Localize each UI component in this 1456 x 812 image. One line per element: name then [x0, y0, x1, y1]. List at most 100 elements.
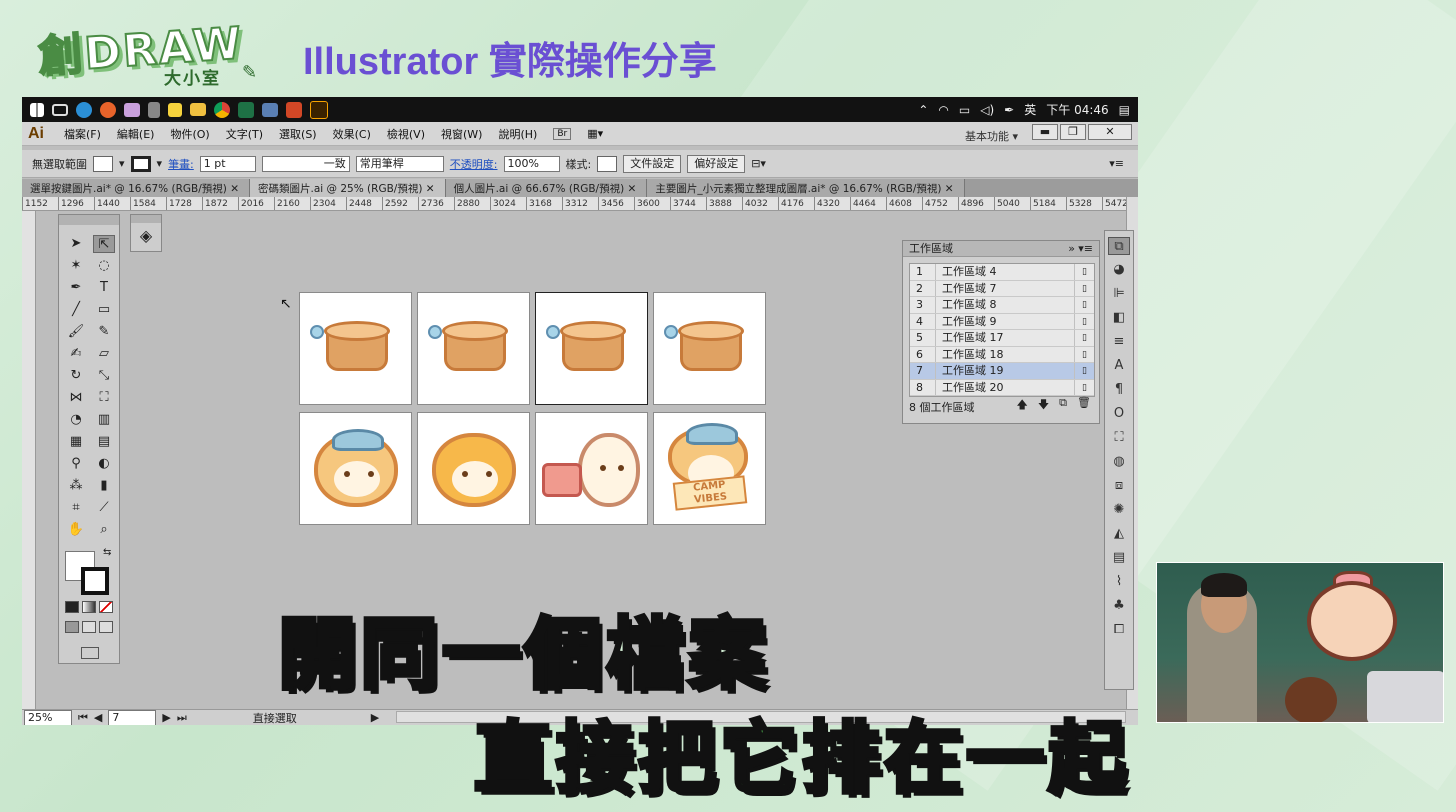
- artboard-options-icon[interactable]: ▯: [1074, 264, 1094, 280]
- magic-wand-tool-icon[interactable]: ✶: [65, 257, 87, 275]
- draw-normal-icon[interactable]: [65, 621, 79, 633]
- links-panel-icon[interactable]: ⧠: [1108, 621, 1130, 639]
- fill-swatch[interactable]: [93, 155, 113, 172]
- list-item[interactable]: 3 工作區域 8 ▯: [910, 297, 1094, 314]
- paintbrush-tool-icon[interactable]: 🖌: [65, 323, 87, 341]
- ime-indicator[interactable]: 英: [1024, 101, 1036, 118]
- menu-edit[interactable]: 編輯(E): [117, 126, 155, 142]
- opacity-field[interactable]: 100%: [503, 155, 560, 172]
- gradient-tool-icon[interactable]: ▤: [93, 433, 115, 451]
- firefox-icon[interactable]: [100, 101, 116, 118]
- stroke-color-swatch[interactable]: [81, 567, 109, 595]
- panel-header[interactable]: [131, 215, 161, 223]
- list-item[interactable]: 2 工作區域 7 ▯: [910, 280, 1094, 297]
- hand-tool-icon[interactable]: ✋: [65, 521, 87, 539]
- row-name[interactable]: 工作區域 9: [936, 314, 1074, 330]
- artboard-options-icon[interactable]: ▯: [1074, 280, 1094, 296]
- menu-file[interactable]: 檔案(F): [64, 126, 101, 142]
- collapse-icon[interactable]: »: [1068, 241, 1075, 257]
- layers-panel-collapsed[interactable]: ◈: [130, 214, 162, 252]
- mesh-tool-icon[interactable]: ▦: [65, 433, 87, 451]
- row-name[interactable]: 工作區域 19: [936, 363, 1074, 379]
- close-icon[interactable]: ✕: [426, 183, 435, 195]
- eraser-tool-icon[interactable]: ▱: [93, 345, 115, 363]
- character-panel-icon[interactable]: A: [1108, 357, 1130, 375]
- opacity-label[interactable]: 不透明度:: [450, 156, 498, 172]
- type-tool-icon[interactable]: T: [93, 279, 115, 297]
- artboard-6[interactable]: [417, 412, 530, 525]
- stroke-label[interactable]: 筆畫:: [168, 156, 194, 172]
- lasso-tool-icon[interactable]: ◌: [93, 257, 115, 275]
- layers-icon[interactable]: ◈: [131, 223, 161, 249]
- pathfinder-panel-icon[interactable]: ⧈: [1108, 477, 1130, 495]
- color-mode-icon[interactable]: [65, 601, 79, 613]
- excel-icon[interactable]: [238, 101, 254, 118]
- symbol-sprayer-tool-icon[interactable]: ⁂: [65, 477, 87, 495]
- minimize-button[interactable]: ▬: [1032, 124, 1058, 140]
- rectangle-tool-icon[interactable]: ▭: [93, 301, 115, 319]
- first-artboard-icon[interactable]: ⏮: [78, 711, 88, 725]
- draw-behind-icon[interactable]: [82, 621, 96, 633]
- scale-tool-icon[interactable]: ⤡: [93, 367, 115, 385]
- menu-view[interactable]: 檢視(V): [387, 126, 425, 142]
- row-name[interactable]: 工作區域 17: [936, 330, 1074, 346]
- brushes-panel-icon[interactable]: ⌇: [1108, 573, 1130, 591]
- list-item[interactable]: 6 工作區域 18 ▯: [910, 346, 1094, 363]
- zoom-tool-icon[interactable]: ⌕: [93, 521, 115, 539]
- direct-selection-tool-icon[interactable]: ⇱: [93, 235, 115, 253]
- artboard-options-icon[interactable]: ▯: [1074, 297, 1094, 313]
- appearance-panel-icon[interactable]: ◍: [1108, 453, 1130, 471]
- eyedropper-tool-icon[interactable]: ⚲: [65, 455, 87, 473]
- artboard-8[interactable]: CAMP VIBES: [653, 412, 766, 525]
- new-artboard-icon[interactable]: ⧉: [1059, 396, 1067, 415]
- move-up-icon[interactable]: 🡅: [1017, 396, 1028, 415]
- artboard-options-icon[interactable]: ▯: [1074, 346, 1094, 362]
- panel-header[interactable]: [59, 215, 119, 225]
- screen-mode-icon[interactable]: [81, 647, 99, 659]
- calculator-icon[interactable]: [148, 101, 160, 118]
- file-explorer-icon[interactable]: [190, 103, 206, 116]
- battery-icon[interactable]: ▭: [959, 103, 970, 117]
- artboard-options-icon[interactable]: ▯: [1074, 330, 1094, 346]
- close-icon[interactable]: ✕: [945, 183, 954, 195]
- tab-document-3[interactable]: 個人圖片.ai @ 66.67% (RGB/預視) ✕: [445, 179, 648, 197]
- selection-tool-icon[interactable]: ➤: [65, 235, 87, 253]
- symbols-panel-icon[interactable]: ♣: [1108, 597, 1130, 615]
- slice-tool-icon[interactable]: ⟋: [93, 499, 115, 517]
- notification-icon[interactable]: ▤: [1119, 103, 1130, 117]
- color-panel-icon[interactable]: ◕: [1108, 261, 1130, 279]
- pen-icon[interactable]: ✒: [1004, 103, 1014, 117]
- swap-colors-icon[interactable]: ⇆: [103, 547, 111, 558]
- artboard-1[interactable]: [299, 292, 412, 405]
- shape-builder-tool-icon[interactable]: ◔: [65, 411, 87, 429]
- document-setup-button[interactable]: 文件設定: [623, 154, 682, 173]
- row-name[interactable]: 工作區域 8: [936, 297, 1074, 313]
- line-style-field[interactable]: 一致: [261, 155, 350, 172]
- prev-artboard-icon[interactable]: ◀: [94, 711, 102, 724]
- pencil-tool-icon[interactable]: ✎: [93, 323, 115, 341]
- graphic-styles-panel-icon[interactable]: ✺: [1108, 501, 1130, 519]
- column-graph-tool-icon[interactable]: ▮: [93, 477, 115, 495]
- gradient-mode-icon[interactable]: [82, 601, 96, 613]
- close-icon[interactable]: ✕: [628, 183, 637, 195]
- align-options-icon[interactable]: ⊟▾: [751, 157, 766, 170]
- tab-document-1[interactable]: 選單按鍵圖片.ai* @ 16.67% (RGB/預視) ✕: [22, 179, 251, 197]
- style-swatch[interactable]: [597, 155, 618, 172]
- last-artboard-icon[interactable]: ⏭: [177, 711, 187, 725]
- preferences-button[interactable]: 偏好設定: [687, 154, 746, 173]
- list-item[interactable]: 1 工作區域 4 ▯: [910, 264, 1094, 281]
- windows-start-icon[interactable]: [30, 102, 44, 117]
- transform-panel-icon[interactable]: ⛶: [1108, 429, 1130, 447]
- align-panel-icon[interactable]: ⊫: [1108, 285, 1130, 303]
- menu-select[interactable]: 選取(S): [279, 126, 317, 142]
- wifi-icon[interactable]: ◠: [938, 103, 948, 117]
- volume-icon[interactable]: ◁): [980, 103, 994, 117]
- artboard-options-icon[interactable]: ▯: [1074, 313, 1094, 329]
- line-tool-icon[interactable]: ╱: [65, 301, 87, 319]
- paint-icon[interactable]: [124, 102, 140, 117]
- artboard-3[interactable]: [535, 292, 648, 405]
- status-menu-icon[interactable]: ▶: [371, 711, 379, 724]
- artboards-panel-icon[interactable]: ⧉: [1108, 237, 1130, 255]
- chevron-down-icon[interactable]: ▾: [157, 157, 163, 170]
- paragraph-panel-icon[interactable]: ¶: [1108, 381, 1130, 399]
